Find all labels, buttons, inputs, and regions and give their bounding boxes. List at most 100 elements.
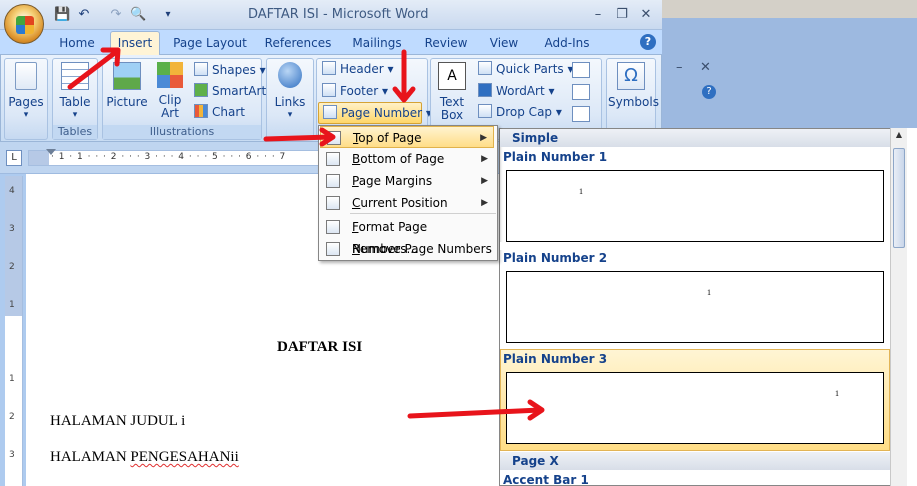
links-button[interactable]: Links ▾ [268,62,312,122]
redo-icon[interactable]: ↷ [108,7,124,23]
menu-item-page-margins[interactable]: Page Margins ▶ [320,170,494,192]
shapes-label: Shapes [212,63,256,77]
vruler-tick: 4 [9,186,15,196]
table-icon [61,62,89,90]
drop-cap-icon [478,104,492,118]
smartart-button[interactable]: SmartArt [194,81,266,101]
omega-icon: Ω [617,62,645,90]
text-box-button[interactable]: A Text Box [434,62,470,122]
undo-icon[interactable]: ↶ [76,7,92,23]
signature-line-icon[interactable] [572,62,590,78]
drop-cap-label: Drop Cap [496,105,553,119]
shapes-icon [194,62,208,76]
gallery-item-plain-number-2[interactable]: 1 [506,271,884,343]
page-number-preview: 1 [835,389,839,398]
vruler-margin-top [5,176,22,316]
links-globe-icon [278,62,302,88]
table-label: Table [59,95,91,109]
maximize-button[interactable]: ❐ [612,6,632,24]
first-line-indent-icon[interactable] [46,149,56,155]
wordart-button[interactable]: WordArt ▾ [478,81,555,101]
header-icon [322,61,336,75]
quick-parts-icon [478,61,492,75]
table-button[interactable]: Table ▾ [54,62,96,122]
smartart-icon [194,83,208,97]
menu-item-label: ottom of Page [360,152,445,166]
menu-item-bottom-of-page[interactable]: Bottom of Page ▶ [320,148,494,170]
close-button[interactable]: ✕ [636,6,656,24]
submenu-arrow-icon: ▶ [481,198,488,208]
gallery-item-plain-number-1[interactable]: 1 [506,170,884,242]
tab-review[interactable]: Review [422,33,470,54]
vruler-tick: 2 [9,262,15,272]
quick-parts-label: Quick Parts [496,62,564,76]
gallery-section-simple: Simple [500,129,890,147]
pages-label: Pages [8,95,44,109]
header-button[interactable]: Header ▾ [322,59,394,79]
picture-button[interactable]: Picture [106,62,148,122]
footer-button[interactable]: Footer ▾ [322,81,388,101]
tab-add-ins[interactable]: Add-Ins [540,33,594,54]
office-button[interactable] [4,4,44,44]
menu-item-remove-page-numbers[interactable]: Remove Page Numbers [320,238,494,260]
shapes-button[interactable]: Shapes ▾ [194,60,266,80]
scroll-up-icon[interactable]: ▲ [891,130,907,139]
symbols-button[interactable]: Ω Symbols [608,62,659,122]
clip-art-button[interactable]: Clip Art [152,62,188,122]
customize-qat-icon[interactable]: ▾ [160,7,176,23]
office-logo-icon [16,16,34,34]
page-number-label: Page Number [341,106,423,120]
tab-selector-icon[interactable]: L [6,150,22,166]
help-icon[interactable]: ? [640,34,656,50]
gallery-item-label: Plain Number 2 [503,251,608,265]
page-number-icon [323,105,337,119]
background-close-icon[interactable]: ✕ [700,60,711,75]
pages-dropdown-icon: ▾ [23,110,29,120]
page-number-preview: 1 [707,288,711,297]
quick-parts-button[interactable]: Quick Parts ▾ [478,59,574,79]
menu-item-top-of-page[interactable]: Top of Page ▶ [320,126,494,148]
pages-button[interactable]: Pages ▾ [6,62,46,122]
date-time-icon[interactable] [572,84,590,100]
gallery-item-plain-number-3[interactable]: 1 [506,372,884,444]
vruler-tick: 1 [9,374,15,384]
minimize-button[interactable]: – [588,6,608,24]
tab-mailings[interactable]: Mailings [348,33,406,54]
gallery-section-page-x: Page X [500,452,890,470]
header-label: Header [340,62,384,76]
gallery-scrollbar-thumb[interactable] [893,148,905,248]
tab-page-layout[interactable]: Page Layout [172,33,248,54]
tab-home[interactable]: Home [56,33,98,54]
menu-item-format-page-numbers[interactable]: Format Page Numbers... [320,216,494,256]
page-number-button[interactable]: Page Number ▾ [318,102,432,124]
submenu-arrow-icon: ▶ [481,154,488,164]
smartart-label: SmartArt [212,84,267,98]
footer-label: Footer [340,84,379,98]
tab-view[interactable]: View [486,33,522,54]
clip-art-icon [157,62,183,88]
background-minimize-icon[interactable]: – [676,60,683,75]
menu-item-current-position[interactable]: Current Position ▶ [320,192,494,214]
text-box-icon: A [438,62,466,90]
vertical-ruler[interactable]: 4 3 2 1 1 2 3 [5,176,23,486]
pages-icon [15,62,37,90]
print-preview-icon[interactable]: 🔍 [130,7,146,23]
clip-art-label-2: Art [161,106,179,120]
symbols-label: Symbols [608,95,659,109]
horizontal-ruler[interactable]: · 1 · 1 · · · 2 · · · 3 · · · 4 · · · 5 … [28,149,328,166]
menu-item-icon [326,196,340,210]
chart-button[interactable]: Chart [194,102,245,122]
gallery-item-label: Plain Number 1 [503,150,608,164]
ruler-ticks: · 1 · 1 · · · 2 · · · 3 · · · 4 · · · 5 … [51,152,287,162]
links-label: Links [274,95,306,109]
links-dropdown-icon: ▾ [287,110,293,120]
menu-item-label: emove Page Numbers [359,242,492,256]
background-help-icon[interactable]: ? [702,85,716,99]
tab-references[interactable]: References [264,33,332,54]
menu-item-accelerator: P [352,174,359,188]
gallery-item-label: Plain Number 3 [503,352,608,366]
drop-cap-button[interactable]: Drop Cap ▾ [478,102,562,122]
save-icon[interactable]: 💾 [54,7,70,23]
insert-object-icon[interactable] [572,106,590,122]
tab-insert[interactable]: Insert [110,31,160,55]
